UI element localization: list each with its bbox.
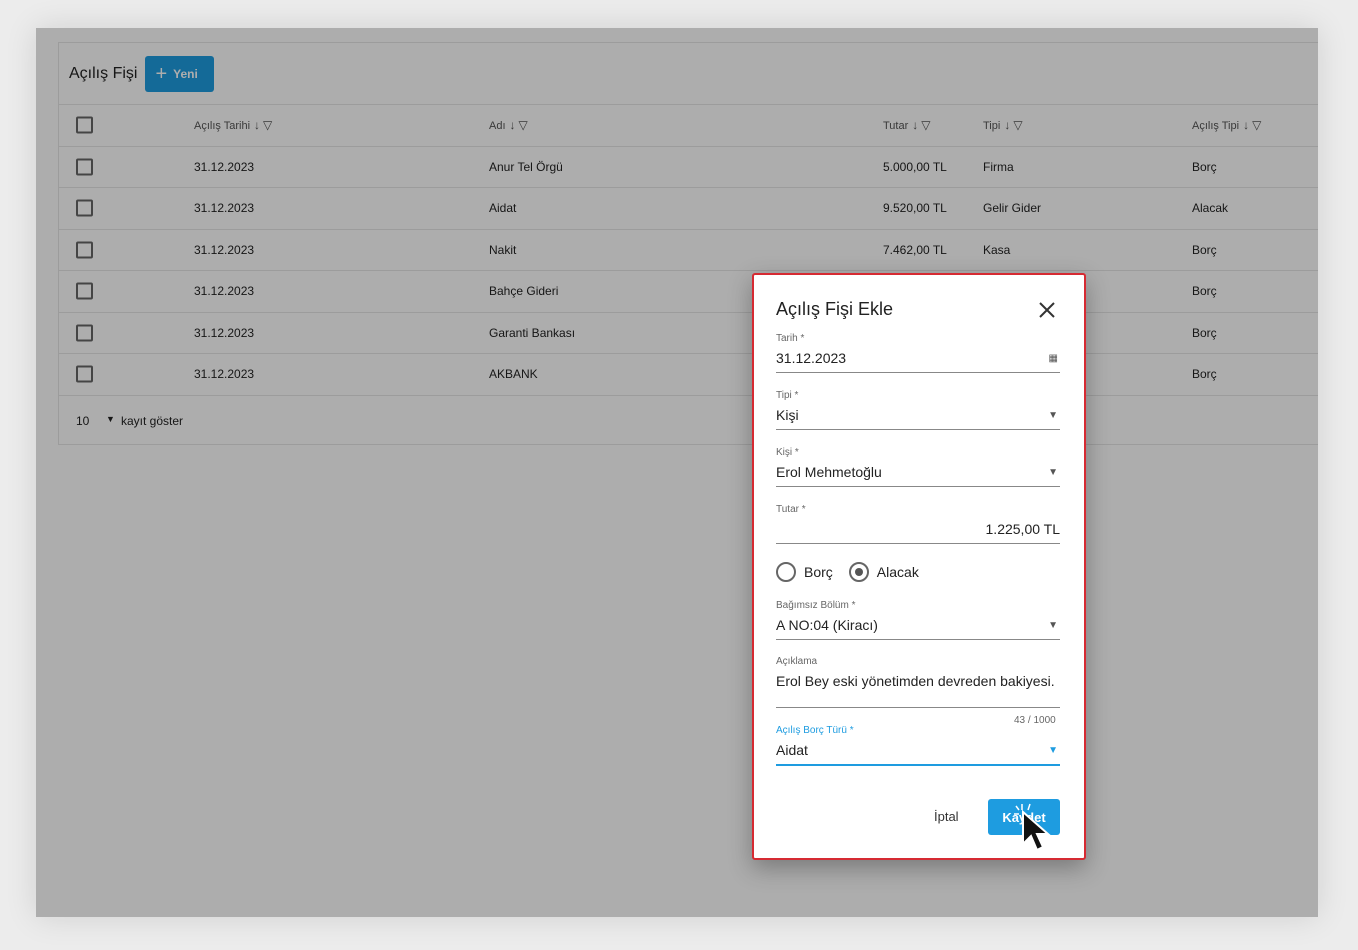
date-field[interactable]: Tarih * 31.12.2023 ▦ [776, 333, 1060, 373]
description-value[interactable]: Erol Bey eski yönetimden devreden bakiye… [776, 673, 1060, 695]
calendar-icon[interactable]: ▦ [1049, 353, 1058, 364]
unit-select[interactable]: Bağımsız Bölüm * A NO:04 (Kiracı) ▼ [776, 600, 1060, 640]
alacak-radio[interactable] [848, 562, 869, 582]
debt-type-label: Açılış Borç Türü * [776, 725, 854, 736]
person-value[interactable]: Erol Mehmetoğlu [776, 464, 1060, 486]
cursor-icon [1014, 803, 1051, 852]
dropdown-arrow-icon[interactable]: ▼ [1048, 467, 1058, 478]
description-textarea[interactable]: Açıklama Erol Bey eski yönetimden devred… [776, 656, 1060, 708]
dialog-title: Açılış Fişi Ekle [776, 299, 894, 319]
debt-type-value[interactable]: Aidat [776, 742, 1060, 764]
add-opening-slip-dialog: Açılış Fişi Ekle Tarih * 31.12.2023 ▦ Ti… [752, 273, 1086, 860]
amount-value[interactable]: 1.225,00 TL [776, 521, 1060, 543]
unit-value[interactable]: A NO:04 (Kiracı) [776, 617, 1060, 639]
type-value[interactable]: Kişi [776, 407, 1060, 429]
cancel-button[interactable]: İptal [934, 809, 959, 824]
dropdown-arrow-icon[interactable]: ▼ [1048, 620, 1058, 631]
dropdown-arrow-icon[interactable]: ▼ [1048, 410, 1058, 421]
dropdown-arrow-icon[interactable]: ▼ [1048, 745, 1058, 756]
amount-field[interactable]: Tutar * 1.225,00 TL [776, 504, 1060, 544]
alacak-radio-label[interactable]: Alacak [877, 564, 919, 580]
debt-type-select[interactable]: Açılış Borç Türü * Aidat ▼ [776, 725, 1060, 766]
modal-backdrop[interactable] [36, 28, 1318, 917]
person-label: Kişi * [776, 447, 799, 458]
type-select[interactable]: Tipi * Kişi ▼ [776, 390, 1060, 430]
date-label: Tarih * [776, 333, 805, 344]
close-icon[interactable] [1038, 301, 1056, 319]
date-value[interactable]: 31.12.2023 [776, 350, 1060, 372]
description-label: Açıklama [776, 656, 818, 667]
person-select[interactable]: Kişi * Erol Mehmetoğlu ▼ [776, 447, 1060, 487]
type-label: Tipi * [776, 390, 799, 401]
borc-radio[interactable] [776, 562, 796, 582]
debt-credit-radio-group: Borç Alacak [776, 562, 927, 582]
borc-radio-label[interactable]: Borç [804, 564, 833, 580]
unit-label: Bağımsız Bölüm * [776, 600, 856, 611]
amount-label: Tutar * [776, 504, 806, 515]
